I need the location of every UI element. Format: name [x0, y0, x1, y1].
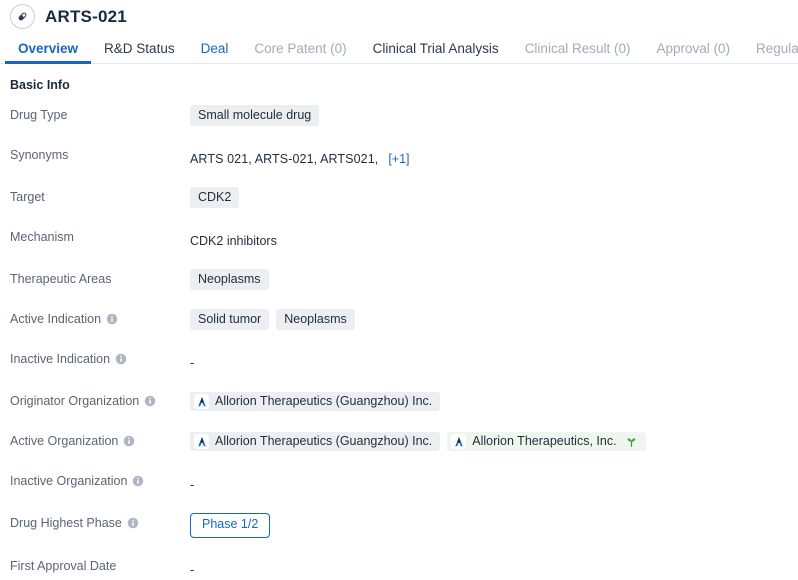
company-logo-icon: [194, 434, 209, 449]
tab-clinical-trial-analysis[interactable]: Clinical Trial Analysis: [360, 41, 512, 64]
tag-active-indication[interactable]: Solid tumor: [190, 309, 270, 331]
info-row-synonyms: Synonyms ARTS 021, ARTS-021, ARTS021, [+…: [10, 145, 798, 169]
tag-organization[interactable]: Allorion Therapeutics, Inc.: [447, 432, 646, 451]
row-label: Inactive Organization: [10, 471, 190, 488]
row-label: Originator Organization: [10, 391, 190, 408]
tab-core-patent[interactable]: Core Patent (0): [241, 41, 359, 64]
row-value: Small molecule drug: [190, 105, 320, 127]
row-label-text: Active Indication: [10, 312, 102, 326]
info-icon[interactable]: [123, 435, 135, 447]
row-label-text: Drug Type: [10, 108, 68, 122]
company-logo-icon: [194, 394, 209, 409]
drug-highest-phase-button[interactable]: Phase 1/2: [190, 513, 271, 538]
row-label: First Approval Date: [10, 556, 190, 573]
tab-bar: Overview R&D Status Deal Core Patent (0)…: [0, 33, 798, 64]
row-label: Mechanism: [10, 227, 190, 244]
info-row-target: Target CDK2: [10, 187, 798, 209]
tab-overview[interactable]: Overview: [5, 41, 92, 64]
tab-regulation[interactable]: Regulation (0): [743, 41, 798, 64]
tag-organization[interactable]: Allorion Therapeutics (Guangzhou) Inc.: [190, 432, 441, 451]
row-value: Solid tumor Neoplasms: [190, 309, 355, 331]
info-row-active-indication: Active Indication Solid tumor Neoplasms: [10, 309, 798, 331]
info-row-first-approval-date: First Approval Date -: [10, 556, 798, 580]
mechanism-text: CDK2 inhibitors: [190, 233, 277, 248]
row-label: Drug Type: [10, 105, 190, 122]
synonyms-more-link[interactable]: [+1]: [388, 152, 409, 166]
row-label-text: Synonyms: [10, 148, 69, 162]
info-row-originator-organization: Originator Organization Allorion Therape…: [10, 391, 798, 413]
row-label: Therapeutic Areas: [10, 269, 190, 286]
tab-approval[interactable]: Approval (0): [643, 41, 743, 64]
empty-value: -: [190, 561, 195, 577]
info-row-active-organization: Active Organization Allorion Therapeutic…: [10, 431, 798, 453]
info-icon[interactable]: [132, 475, 144, 487]
row-label-text: Inactive Indication: [10, 352, 111, 366]
row-label-text: Active Organization: [10, 434, 119, 448]
row-label-text: Mechanism: [10, 230, 74, 244]
row-label-text: Therapeutic Areas: [10, 272, 112, 286]
section-title-basic-info: Basic Info: [10, 78, 70, 92]
tab-deal[interactable]: Deal: [188, 41, 242, 64]
row-label: Drug Highest Phase: [10, 513, 190, 530]
organization-name: Allorion Therapeutics (Guangzhou) Inc.: [215, 394, 433, 409]
info-row-drug-highest-phase: Drug Highest Phase Phase 1/2: [10, 513, 798, 538]
row-label: Target: [10, 187, 190, 204]
info-row-inactive-indication: Inactive Indication -: [10, 349, 798, 373]
row-label: Synonyms: [10, 145, 190, 162]
tab-clinical-result[interactable]: Clinical Result (0): [512, 41, 644, 64]
row-value: -: [190, 471, 194, 495]
overview-panel: Basic Info Drug Type Small molecule drug…: [0, 64, 798, 580]
info-row-drug-type: Drug Type Small molecule drug: [10, 105, 798, 127]
row-value: -: [190, 349, 194, 373]
tag-therapeutic-area[interactable]: Neoplasms: [190, 269, 269, 291]
tag-active-indication[interactable]: Neoplasms: [276, 309, 355, 331]
info-row-mechanism: Mechanism CDK2 inhibitors: [10, 227, 798, 251]
company-logo-icon: [451, 434, 467, 449]
synonyms-text: ARTS 021, ARTS-021, ARTS021,: [190, 151, 379, 166]
page-title: ARTS-021: [45, 7, 127, 26]
row-label-text: Originator Organization: [10, 394, 140, 408]
row-label-text: Target: [10, 190, 45, 204]
info-row-inactive-organization: Inactive Organization -: [10, 471, 798, 495]
row-value: -: [190, 556, 194, 580]
row-value: Neoplasms: [190, 269, 269, 291]
row-value: Allorion Therapeutics (Guangzhou) Inc.: [190, 391, 441, 412]
row-value: CDK2 inhibitors: [190, 227, 277, 251]
empty-value: -: [190, 477, 195, 492]
tag-target[interactable]: CDK2: [190, 187, 240, 209]
row-value: Phase 1/2: [190, 513, 271, 538]
info-icon[interactable]: [106, 313, 118, 325]
page-header: ARTS-021: [0, 0, 798, 33]
tab-rd-status[interactable]: R&D Status: [91, 41, 188, 64]
organization-name: Allorion Therapeutics (Guangzhou) Inc.: [215, 434, 433, 449]
row-label-text: Inactive Organization: [10, 474, 128, 488]
row-label: Inactive Indication: [10, 349, 190, 366]
empty-value: -: [190, 355, 195, 370]
info-row-therapeutic-areas: Therapeutic Areas Neoplasms: [10, 269, 798, 291]
organization-name: Allorion Therapeutics, Inc.: [472, 434, 617, 449]
tag-drug-type[interactable]: Small molecule drug: [190, 105, 320, 127]
sprout-icon: [625, 435, 638, 448]
row-value: CDK2: [190, 187, 240, 209]
info-icon[interactable]: [127, 517, 139, 529]
info-icon[interactable]: [144, 395, 156, 407]
info-icon[interactable]: [115, 353, 127, 365]
row-value: ARTS 021, ARTS-021, ARTS021, [+1]: [190, 145, 410, 169]
row-label-text: Drug Highest Phase: [10, 516, 122, 530]
row-label: Active Organization: [10, 431, 190, 448]
pill-capsule-icon: [10, 4, 35, 29]
tag-organization[interactable]: Allorion Therapeutics (Guangzhou) Inc.: [190, 392, 441, 411]
row-label: Active Indication: [10, 309, 190, 326]
row-value: Allorion Therapeutics (Guangzhou) Inc. A…: [190, 431, 646, 452]
